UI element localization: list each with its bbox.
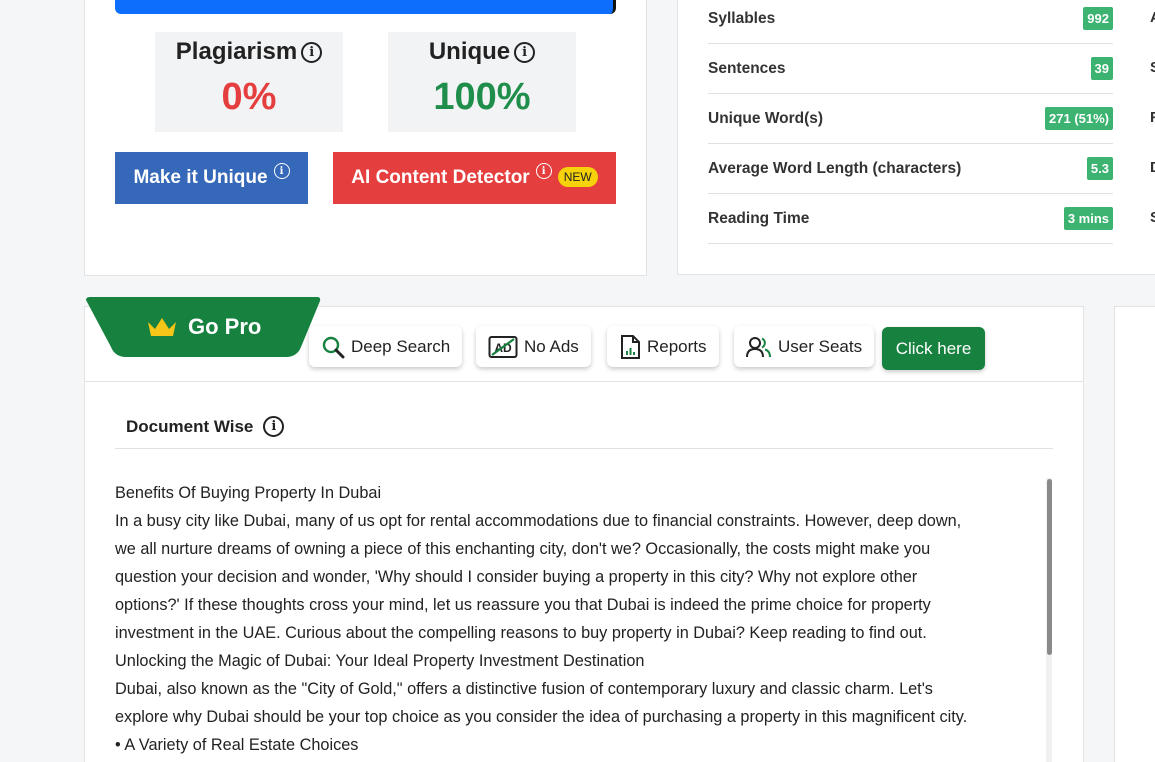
check-progress-bar — [115, 0, 616, 14]
plagiarism-label: Plagiarism — [175, 38, 298, 65]
plagiarism-value: 0% — [221, 76, 277, 118]
stat-row-average-word-length: Average Word Length (characters) 5.3 — [708, 144, 1113, 194]
document-line: investment in the UAE. Curious about the… — [115, 624, 927, 642]
feature-label: User Seats — [778, 336, 863, 356]
report-icon — [621, 334, 640, 359]
document-line: question your decision and wonder, 'Why … — [115, 568, 918, 586]
info-icon[interactable]: i — [535, 163, 552, 179]
edge-letter: S — [1150, 59, 1155, 76]
divider — [85, 381, 1083, 382]
scrollbar-thumb[interactable] — [1047, 479, 1052, 655]
go-pro-label-group[interactable]: Go Pro — [146, 314, 261, 340]
stat-badge: 39 — [1090, 57, 1113, 80]
stat-label: Average Word Length (characters) — [708, 159, 962, 177]
divider — [115, 448, 1053, 449]
document-line: • A Variety of Real Estate Choices — [115, 736, 359, 754]
feature-label: No Ads — [524, 336, 579, 356]
feature-label: Deep Search — [351, 336, 451, 356]
document-line: options?' If these thoughts cross your m… — [115, 596, 931, 614]
stat-label: Syllables — [708, 9, 776, 27]
stat-label: Unique Word(s) — [708, 109, 824, 127]
stat-label: Reading Time — [708, 209, 810, 227]
stat-row-reading-time: Reading Time 3 mins — [708, 194, 1113, 244]
stat-badge: 271 (51%) — [1045, 107, 1113, 130]
tab-document-wise[interactable]: Document Wise i — [126, 416, 285, 437]
edge-letter: A — [1150, 9, 1155, 26]
document-wise-label: Document Wise — [126, 416, 254, 436]
document-line: In a busy city like Dubai, many of us op… — [115, 512, 962, 530]
new-badge: NEW — [557, 167, 598, 187]
unique-label: Unique — [428, 38, 511, 65]
crown-icon — [148, 318, 176, 336]
feature-user-seats[interactable]: User Seats — [734, 326, 875, 367]
document-line: Dubai, also known as the "City of Gold,"… — [115, 680, 933, 698]
plagiarism-box: Plagiarism i 0% — [155, 32, 343, 132]
make-it-unique-button[interactable]: Make it Unique i — [115, 152, 308, 204]
feature-reports[interactable]: Reports — [607, 326, 719, 367]
feature-no-ads[interactable]: AD No Ads — [476, 326, 591, 367]
stat-row-unique-words: Unique Word(s) 271 (51%) — [708, 94, 1113, 144]
stat-badge: 5.3 — [1086, 157, 1113, 180]
search-icon — [322, 336, 345, 358]
stat-row-syllables: Syllables 992 — [708, 0, 1113, 44]
info-icon[interactable]: i — [301, 41, 323, 63]
ai-content-detector-button[interactable]: AI Content Detector i NEW — [333, 152, 616, 204]
unique-value: 100% — [433, 76, 531, 118]
click-here-button[interactable]: Click here — [882, 327, 985, 370]
info-icon[interactable]: i — [263, 416, 285, 437]
no-ads-icon: AD — [488, 335, 518, 358]
ai-detector-label: AI Content Detector — [351, 167, 530, 188]
document-line: we all nurture dreams of owning a piece … — [115, 540, 931, 558]
go-pro-title: Go Pro — [188, 314, 262, 339]
stat-badge: 992 — [1083, 7, 1113, 30]
stat-badge: 3 mins — [1063, 207, 1113, 230]
feature-deep-search[interactable]: Deep Search — [309, 326, 463, 367]
edge-letter: S — [1150, 209, 1155, 226]
feature-label: Reports — [647, 336, 707, 356]
make-it-unique-label: Make it Unique — [133, 167, 268, 188]
info-icon[interactable]: i — [273, 163, 290, 179]
unique-box: Unique i 100% — [388, 32, 576, 132]
document-line: explore why Dubai should be your top cho… — [115, 708, 968, 726]
stat-row-sentences: Sentences 39 — [708, 44, 1113, 94]
stat-label: Sentences — [708, 59, 786, 77]
users-icon — [746, 336, 771, 357]
info-icon[interactable]: i — [514, 41, 536, 63]
edge-letter: D — [1150, 159, 1155, 176]
document-line: Benefits Of Buying Property In Dubai — [115, 484, 382, 502]
document-text: Benefits Of Buying Property In Dubai In … — [115, 479, 1045, 759]
side-card — [1114, 306, 1155, 762]
edge-letter: F — [1150, 109, 1155, 126]
document-line: Unlocking the Magic of Dubai: Your Ideal… — [115, 652, 645, 670]
